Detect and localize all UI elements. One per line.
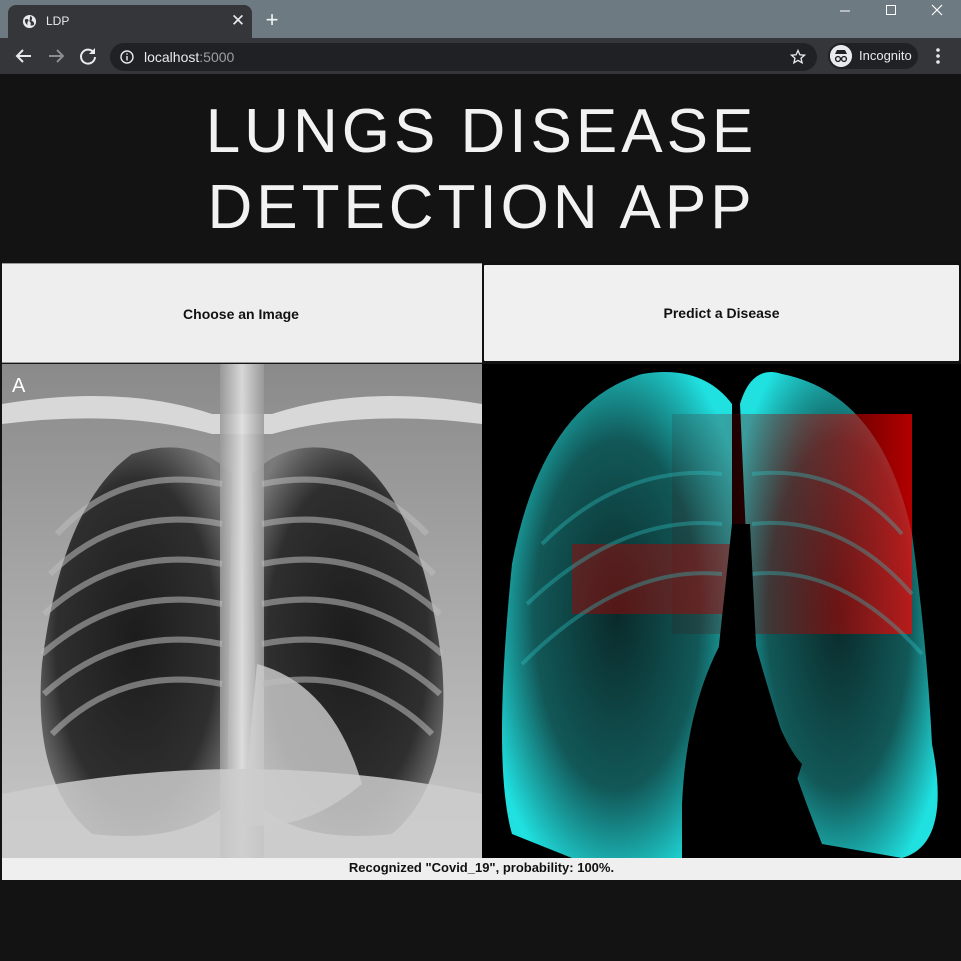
maximize-icon[interactable]: [868, 0, 914, 22]
title-line-2: DETECTION APP: [207, 173, 756, 242]
url-host: localhost: [144, 49, 200, 65]
close-tab-icon[interactable]: ✕: [228, 11, 248, 31]
xray-marker-letter: A: [12, 375, 26, 397]
more-menu-icon[interactable]: [928, 44, 948, 68]
choose-image-button[interactable]: Choose an Image: [2, 263, 482, 363]
url-port: :5000: [199, 49, 235, 65]
forward-arrow-icon[interactable]: [44, 44, 68, 68]
back-arrow-icon[interactable]: [12, 44, 36, 68]
incognito-label: Incognito: [859, 48, 912, 63]
title-line-1: LUNGS DISEASE: [205, 97, 758, 166]
xray-image: A: [2, 364, 482, 858]
heatmap-drawing: [482, 364, 961, 858]
new-tab-icon[interactable]: +: [260, 8, 284, 32]
bookmark-star-icon[interactable]: [790, 49, 806, 65]
incognito-icon: [830, 45, 852, 67]
predict-disease-label: Predict a Disease: [663, 305, 780, 321]
minimize-icon[interactable]: [822, 0, 868, 22]
tab-title: LDP: [46, 14, 70, 28]
url-text[interactable]: localhost:5000: [144, 49, 234, 65]
page-body: LUNGS DISEASE DETECTION APP Choose an Im…: [2, 74, 961, 961]
info-icon[interactable]: [120, 50, 134, 64]
incognito-badge[interactable]: Incognito: [828, 43, 918, 69]
prediction-result: Recognized "Covid_19", probability: 100%…: [2, 858, 961, 880]
page-title: LUNGS DISEASE DETECTION APP: [2, 94, 961, 246]
address-bar[interactable]: localhost:5000: [110, 43, 817, 71]
predict-disease-button[interactable]: Predict a Disease: [482, 263, 961, 363]
browser-tabstrip: LDP ✕ +: [0, 0, 961, 38]
xray-drawing: A: [2, 364, 482, 858]
choose-image-label: Choose an Image: [183, 306, 299, 322]
browser-toolbar: localhost:5000 Incognito: [0, 38, 961, 74]
close-window-icon[interactable]: [914, 0, 960, 22]
reload-icon[interactable]: [76, 44, 100, 68]
globe-icon: [22, 14, 37, 29]
browser-tab[interactable]: LDP ✕: [8, 5, 252, 38]
heatmap-image: [482, 364, 961, 858]
